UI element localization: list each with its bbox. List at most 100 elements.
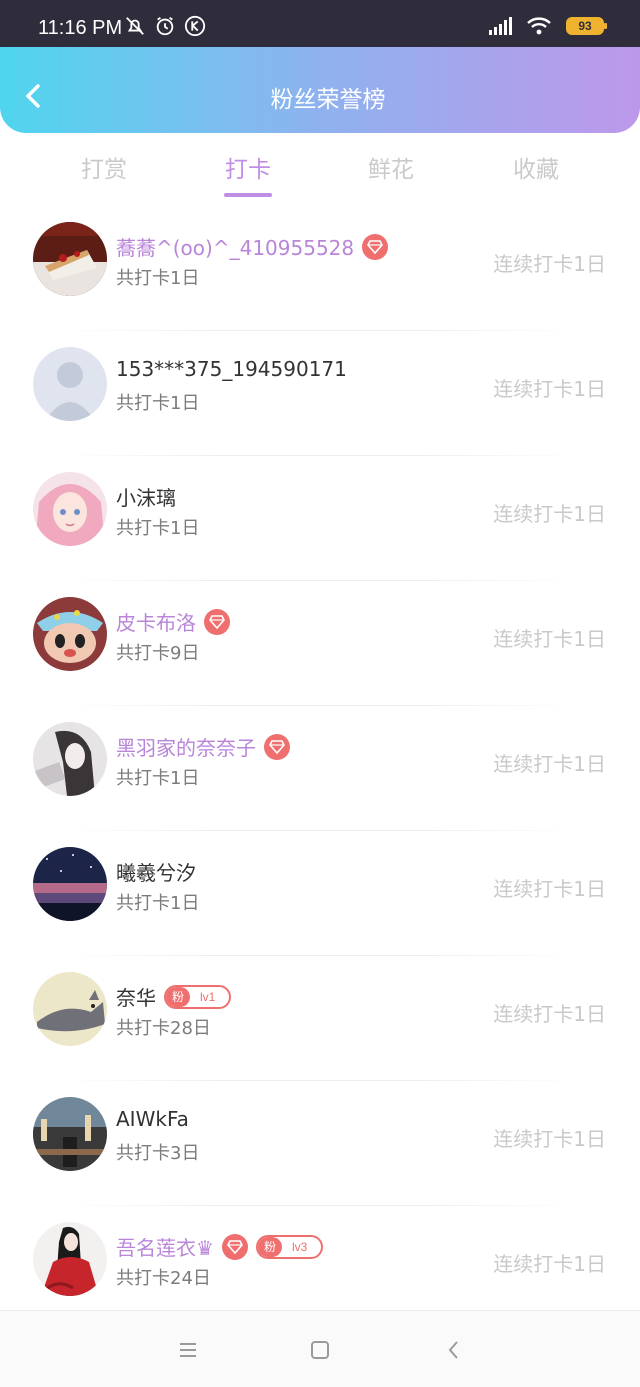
divider <box>60 1080 580 1081</box>
total-checkins: 共打卡1日 <box>116 893 200 914</box>
list-item[interactable]: AIWkFa 共打卡3日 连续打卡1日 <box>0 1087 640 1212</box>
list-item[interactable]: 小沫璃 共打卡1日 连续打卡1日 <box>0 462 640 587</box>
list-item[interactable]: 奈华 粉 lv1 共打卡28日 连续打卡1日 <box>0 962 640 1087</box>
avatar[interactable] <box>33 347 107 421</box>
diamond-icon <box>221 1233 248 1260</box>
avatar[interactable] <box>33 472 107 546</box>
fan-badge-label: 粉 <box>257 1236 282 1257</box>
name-line: 小沫璃 <box>116 482 176 511</box>
name-line: 曦羲兮汐 <box>116 857 196 886</box>
total-checkins: 共打卡1日 <box>116 768 200 789</box>
avatar[interactable] <box>33 1097 107 1171</box>
home-square-icon[interactable] <box>307 1337 333 1363</box>
tab-flowers[interactable]: 鲜花 <box>351 150 431 184</box>
diamond-icon <box>362 233 389 260</box>
name-line: 吾名莲衣♛ 粉 lv3 <box>116 1232 324 1261</box>
k-app-icon <box>184 15 206 37</box>
header: 11:16 PM 93 粉丝荣誉榜 <box>0 0 640 133</box>
list-item[interactable]: 曦羲兮汐 共打卡1日 连续打卡1日 <box>0 837 640 962</box>
name-line: 黑羽家的奈奈子 <box>116 732 290 761</box>
mute-bell-icon <box>126 17 144 35</box>
app-screen: { "status_bar": { "time": "11:16 PM", "b… <box>0 0 640 1387</box>
battery-icon: 93 <box>566 17 607 35</box>
total-checkins: 共打卡1日 <box>116 268 200 289</box>
wifi-icon <box>527 17 551 35</box>
streak-text: 连续打卡1日 <box>493 877 606 901</box>
status-icons <box>124 15 206 37</box>
avatar[interactable] <box>33 847 107 921</box>
fan-name: 奈华 <box>116 986 156 1010</box>
divider <box>60 455 580 456</box>
streak-text: 连续打卡1日 <box>493 752 606 776</box>
total-checkins: 共打卡9日 <box>116 643 200 664</box>
fan-level-badge: 粉 lv3 <box>255 1234 324 1259</box>
tab-favorites[interactable]: 收藏 <box>496 150 576 184</box>
streak-text: 连续打卡1日 <box>493 252 606 276</box>
fan-list: 蕎蕎^(oo)^_410955528 共打卡1日 连续打卡1日 153***37… <box>0 212 640 1337</box>
avatar[interactable] <box>33 1222 107 1296</box>
signal-icon <box>489 17 512 35</box>
tab-label: 打卡 <box>225 157 271 183</box>
fan-name: 吾名莲衣♛ <box>116 1236 214 1260</box>
fan-name: 蕎蕎^(oo)^_410955528 <box>116 236 355 260</box>
menu-icon[interactable] <box>175 1337 201 1363</box>
list-item[interactable]: 黑羽家的奈奈子 共打卡1日 连续打卡1日 <box>0 712 640 837</box>
streak-text: 连续打卡1日 <box>493 1127 606 1151</box>
name-line: AIWkFa <box>116 1107 189 1131</box>
streak-text: 连续打卡1日 <box>493 377 606 401</box>
streak-text: 连续打卡1日 <box>493 1002 606 1026</box>
total-checkins: 共打卡24日 <box>116 1268 211 1289</box>
list-item[interactable]: 皮卡布洛 共打卡9日 连续打卡1日 <box>0 587 640 712</box>
back-triangle-icon[interactable] <box>441 1337 467 1363</box>
fan-name: 皮卡布洛 <box>116 611 196 635</box>
fan-badge-label: 粉 <box>166 986 191 1007</box>
divider <box>60 1205 580 1206</box>
divider <box>60 955 580 956</box>
name-line: 153***375_194590171 <box>116 357 347 381</box>
divider <box>60 580 580 581</box>
fan-name: 黑羽家的奈奈子 <box>116 736 256 760</box>
diamond-icon <box>264 733 290 760</box>
fan-name: 曦羲兮汐 <box>116 861 196 885</box>
avatar[interactable] <box>33 222 107 296</box>
total-checkins: 共打卡28日 <box>116 1018 211 1039</box>
streak-text: 连续打卡1日 <box>493 627 606 651</box>
status-time: 11:16 PM <box>38 17 123 39</box>
tab-label: 打赏 <box>81 157 127 183</box>
status-bar: 11:16 PM 93 <box>0 0 640 47</box>
list-item[interactable]: 153***375_194590171 共打卡1日 连续打卡1日 <box>0 337 640 462</box>
page-title: 粉丝荣誉榜 <box>270 87 386 113</box>
battery-level: 93 <box>578 19 592 33</box>
tab-reward[interactable]: 打赏 <box>64 150 144 184</box>
avatar[interactable] <box>33 722 107 796</box>
diamond-icon <box>204 608 230 635</box>
system-nav-bar <box>0 1310 640 1387</box>
divider <box>60 705 580 706</box>
divider <box>60 830 580 831</box>
streak-text: 连续打卡1日 <box>493 1252 606 1276</box>
name-line: 蕎蕎^(oo)^_410955528 <box>116 232 389 261</box>
tab-label: 鲜花 <box>368 157 414 183</box>
name-line: 奈华 粉 lv1 <box>116 982 232 1011</box>
divider <box>60 330 580 331</box>
tab-bar: 打赏 打卡 鲜花 收藏 <box>0 150 640 200</box>
avatar[interactable] <box>33 597 107 671</box>
avatar[interactable] <box>33 972 107 1046</box>
tab-checkin[interactable]: 打卡 <box>208 150 288 197</box>
fan-level-badge: 粉 lv1 <box>164 984 232 1009</box>
alarm-icon <box>156 16 174 36</box>
total-checkins: 共打卡1日 <box>116 393 200 414</box>
streak-text: 连续打卡1日 <box>493 502 606 526</box>
fan-name: 小沫璃 <box>116 486 176 510</box>
fan-name: AIWkFa <box>116 1107 189 1131</box>
tab-label: 收藏 <box>513 157 559 183</box>
fan-name: 153***375_194590171 <box>116 357 347 381</box>
list-item[interactable]: 蕎蕎^(oo)^_410955528 共打卡1日 连续打卡1日 <box>0 212 640 337</box>
fan-badge-level: lv3 <box>291 1239 308 1254</box>
name-line: 皮卡布洛 <box>116 607 230 636</box>
status-right: 93 <box>488 16 607 36</box>
total-checkins: 共打卡1日 <box>116 518 200 539</box>
total-checkins: 共打卡3日 <box>116 1143 200 1164</box>
fan-badge-level: lv1 <box>200 989 216 1004</box>
active-tab-indicator <box>224 193 272 197</box>
